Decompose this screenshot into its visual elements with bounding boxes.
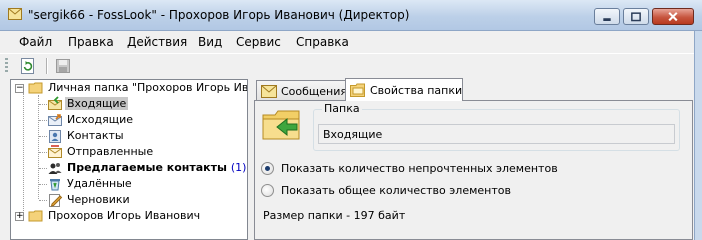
menu-bar: Файл Правка Действия Вид Сервис Справка (0, 31, 702, 53)
radio-label: Показать количество непрочтенных элемент… (281, 162, 558, 175)
folder-properties-panel: Папка Входящие Показать количество непро… (254, 100, 693, 240)
menu-edit[interactable]: Правка (68, 35, 114, 49)
menu-view[interactable]: Вид (198, 35, 222, 49)
save-disabled-icon[interactable] (54, 57, 72, 75)
recycle-bin-icon (50, 179, 60, 191)
tree-line (23, 93, 24, 217)
folder-size-label: Размер папки - 197 байт (263, 209, 406, 222)
title-bar[interactable]: "sergik66 - FossLook" - Прохоров Игорь И… (0, 0, 702, 31)
tree-item-label: Контакты (67, 129, 124, 142)
tree-item-label: Исходящие (67, 113, 134, 126)
sent-icon (48, 145, 62, 158)
inbox-icon (48, 96, 62, 110)
folder-group: Папка Входящие (313, 102, 680, 151)
toolbar-separator (46, 58, 48, 74)
tree-item-label: Предлагаемые контакты (67, 161, 227, 174)
radio-label: Показать общее количество элементов (281, 184, 511, 197)
tree-root-label: Прохоров Игорь Иванович (48, 209, 201, 222)
folder-name-field[interactable]: Входящие (318, 124, 675, 144)
close-button[interactable] (652, 8, 694, 25)
tree-line (39, 152, 47, 153)
minimize-icon (603, 18, 611, 21)
tree-line (39, 168, 47, 169)
drafts-icon (49, 194, 63, 207)
app-window: "sergik66 - FossLook" - Прохоров Игорь И… (0, 0, 702, 240)
maximize-button[interactable] (623, 8, 649, 25)
window-title: "sergik66 - FossLook" - Прохоров Игорь И… (28, 8, 410, 22)
tree-root-label: Личная папка "Прохоров Игорь Ивано (48, 81, 248, 94)
tree-line (39, 184, 47, 185)
tree-item-label: Черновики (67, 193, 130, 206)
toolbar (0, 53, 702, 78)
toolbar-grip[interactable] (5, 58, 8, 74)
refresh-icon[interactable] (19, 57, 37, 75)
folder-tree[interactable]: − Личная папка "Прохоров Игорь Ивано Вхо… (10, 79, 248, 240)
tree-item-label-wrap: Предлагаемые контакты (1) (67, 161, 246, 174)
expand-icon[interactable]: + (15, 212, 24, 221)
tree-line (39, 104, 47, 105)
envelope-icon (261, 85, 277, 98)
menu-actions[interactable]: Действия (127, 35, 187, 49)
folder-properties-icon (350, 83, 365, 97)
tree-item-label: Входящие (65, 97, 129, 110)
group-title: Папка (322, 102, 362, 115)
menu-service[interactable]: Сервис (236, 35, 281, 49)
unread-count-badge: (1) (230, 161, 247, 174)
folder-inbox-large-icon (262, 110, 300, 140)
folder-name-value: Входящие (323, 128, 383, 141)
tab-label: Свойства папки (370, 84, 463, 97)
outbox-icon (48, 114, 62, 126)
radio-button-selected[interactable] (261, 162, 274, 175)
contacts-icon (49, 130, 61, 143)
window-frame-edge (694, 31, 702, 240)
tree-line (39, 120, 47, 121)
collapse-icon[interactable]: − (15, 84, 24, 93)
tab-label: Сообщения (281, 85, 348, 98)
tab-messages[interactable]: Сообщения (256, 80, 348, 100)
folder-icon (28, 210, 43, 222)
close-icon (668, 12, 678, 22)
tab-folder-properties[interactable]: Свойства папки (345, 78, 463, 101)
suggested-contacts-icon (48, 163, 62, 174)
radio-button[interactable] (261, 184, 274, 197)
envelope-app-icon (8, 8, 22, 20)
maximize-icon (631, 12, 641, 22)
folder-icon (28, 82, 43, 94)
menu-file[interactable]: Файл (19, 35, 52, 49)
tree-item-label: Удалённые (67, 177, 132, 190)
tree-line (39, 136, 47, 137)
minimize-button[interactable] (594, 8, 620, 25)
tree-item-label: Отправленные (67, 145, 154, 158)
menu-help[interactable]: Справка (296, 35, 349, 49)
tree-line (39, 200, 47, 201)
